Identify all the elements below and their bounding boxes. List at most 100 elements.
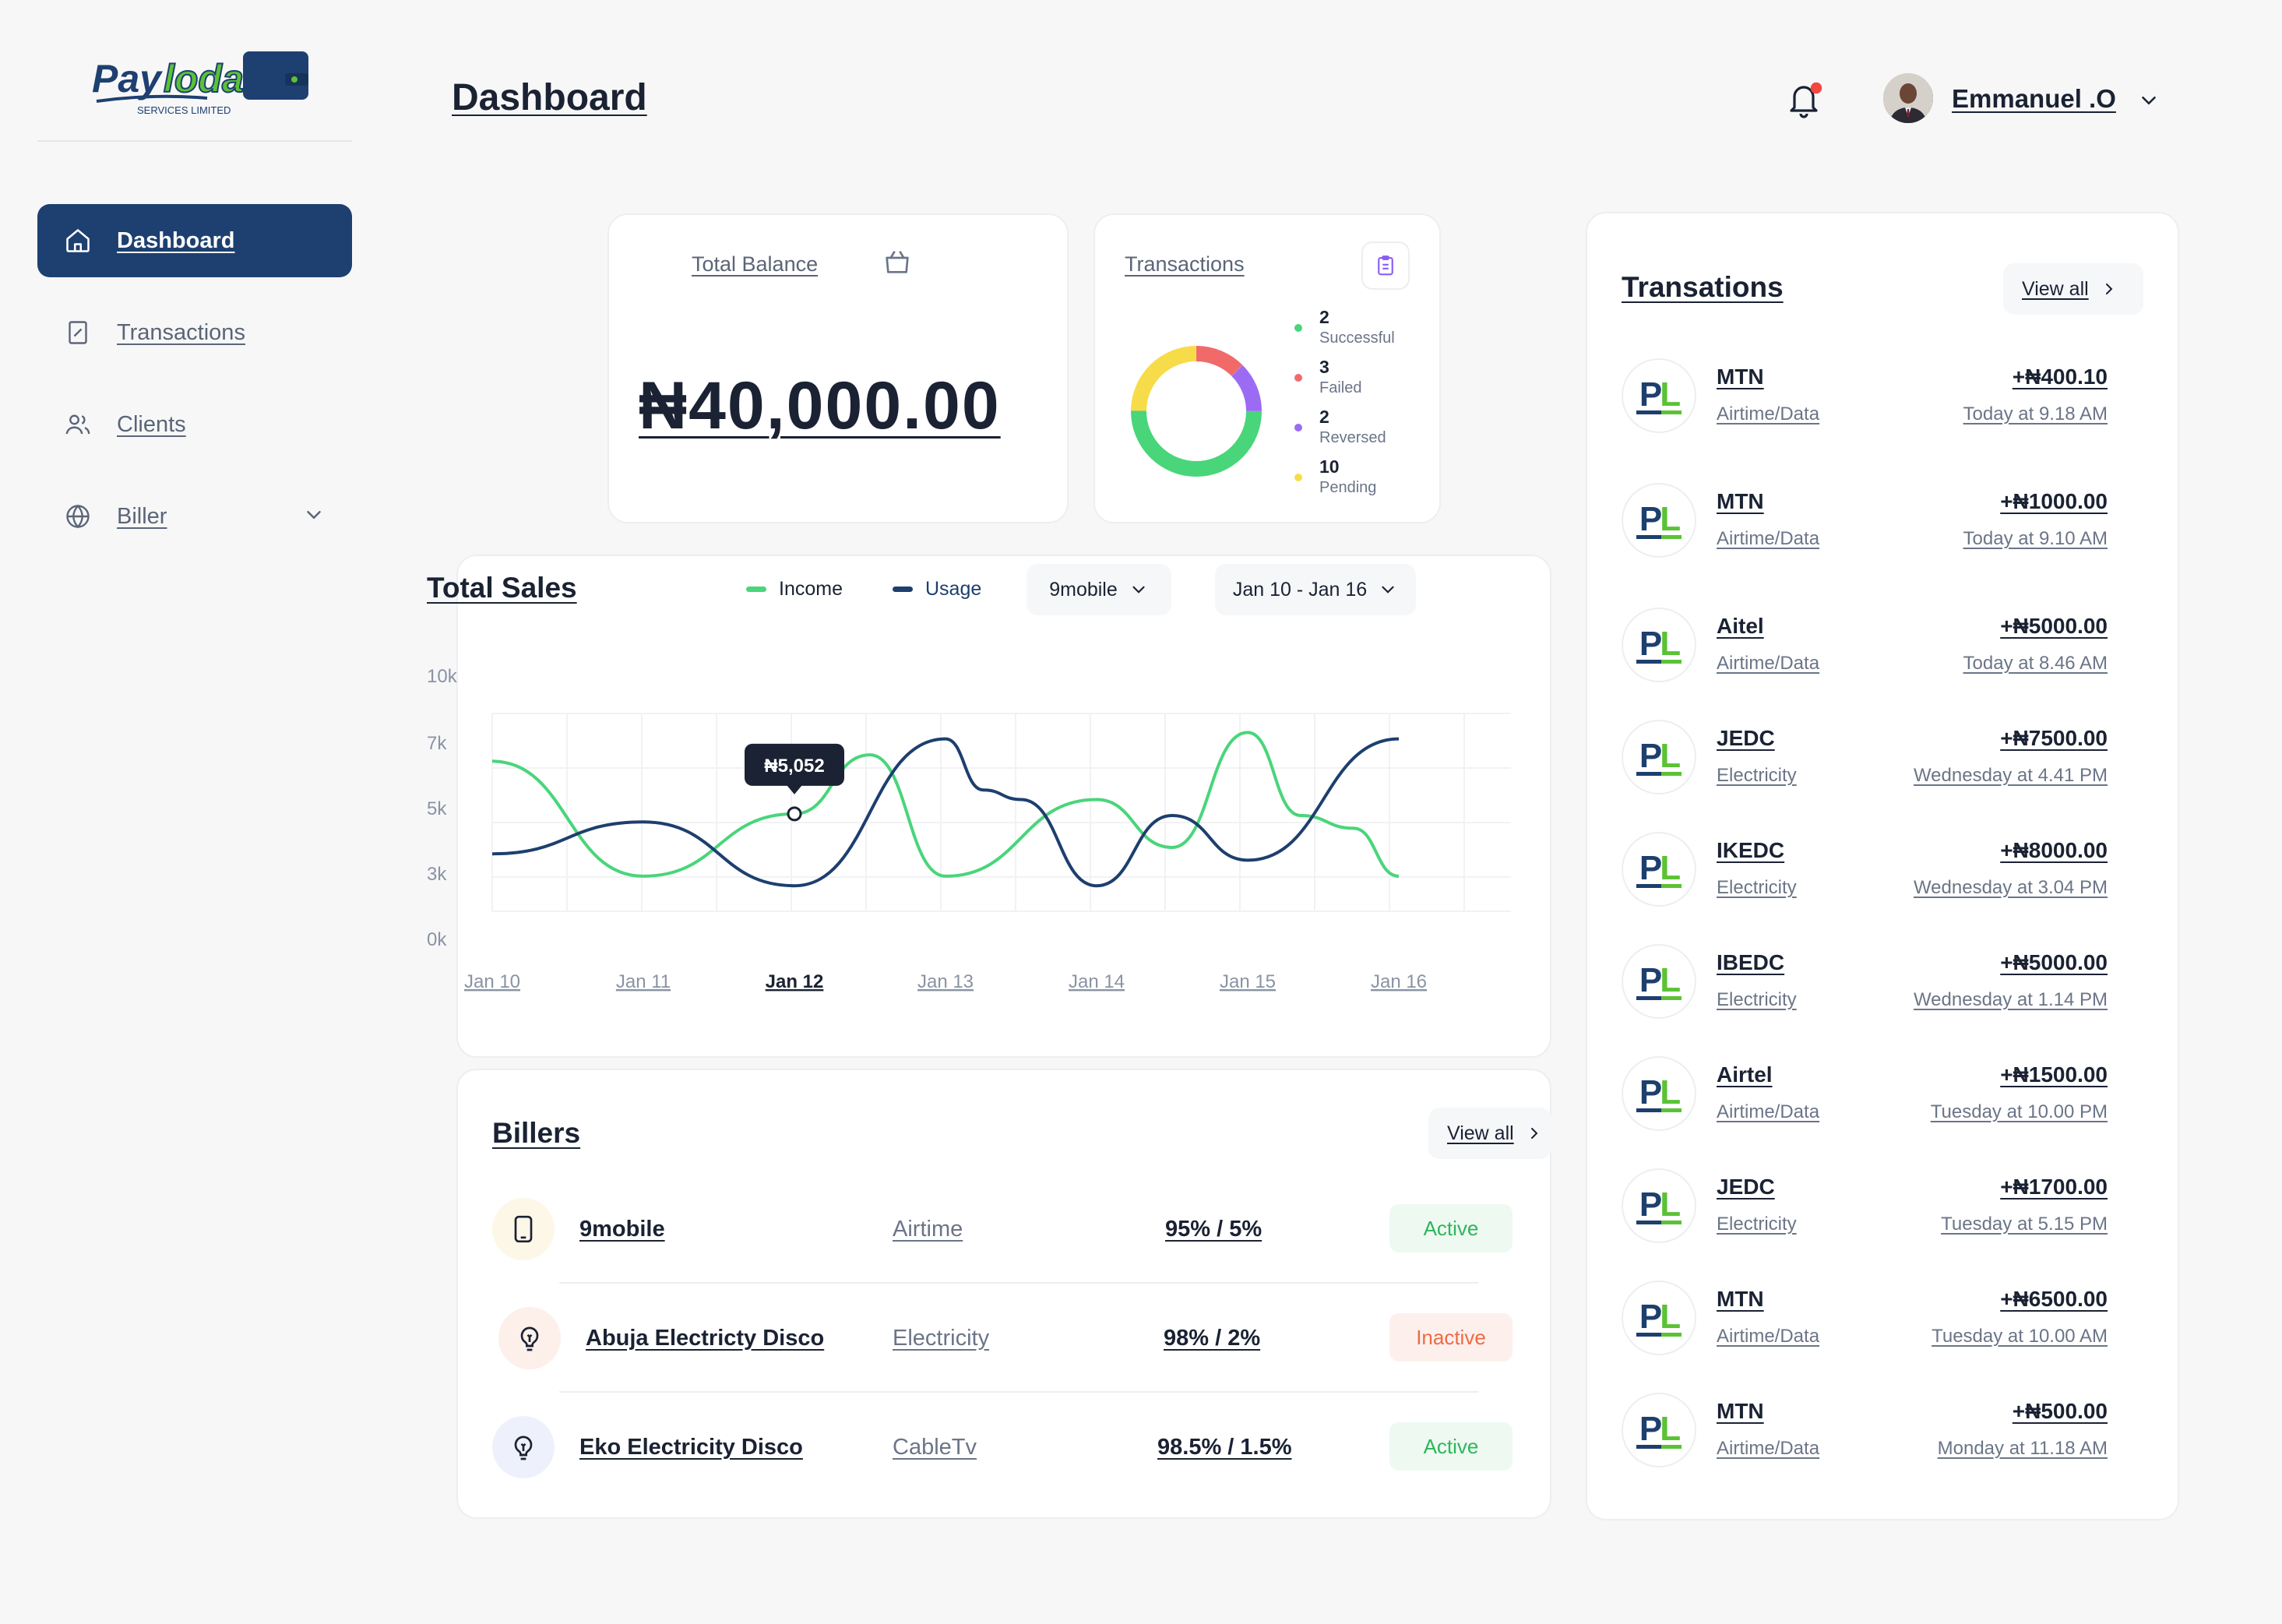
notification-bell-icon[interactable] <box>1784 78 1827 122</box>
home-icon <box>62 225 93 256</box>
status-badge: Active <box>1389 1204 1513 1252</box>
transaction-row[interactable]: PL MTN Airtime/Data +₦1000.00 Today at 9… <box>1622 483 2108 558</box>
transaction-row[interactable]: PL MTN Airtime/Data +₦500.00 Monday at 1… <box>1622 1393 2108 1467</box>
legend-label: Reversed <box>1319 429 1386 446</box>
provider-dropdown[interactable]: 9mobile <box>1027 564 1171 615</box>
payloda-logo[interactable]: Pay loda SERVICES LIMITED <box>90 47 312 118</box>
x-tick-label: Jan 10 <box>464 971 520 992</box>
transaction-row[interactable]: PL IKEDC Electricity +₦8000.00 Wednesday… <box>1622 832 2108 907</box>
sidebar-item-label: Clients <box>117 411 186 437</box>
legend-income-label: Income <box>779 578 843 600</box>
legend-dot <box>1294 324 1302 332</box>
transaction-category: Airtime/Data <box>1717 1326 1820 1347</box>
transaction-time: Today at 8.46 AM <box>1963 653 2108 674</box>
legend-income[interactable]: Income <box>746 578 843 601</box>
legend-reversed: 2 Reversed <box>1294 407 1386 449</box>
transaction-time: Today at 9.18 AM <box>1963 403 2108 424</box>
transaction-amount: +₦8000.00 <box>2000 838 2108 862</box>
payloda-pl-icon: PL <box>1622 1393 1696 1467</box>
transaction-amount: +₦5000.00 <box>2000 950 2108 974</box>
transactions-donut <box>1131 346 1262 477</box>
x-tick-label: Jan 13 <box>917 971 974 992</box>
x-tick-label: Jan 12 <box>766 971 824 992</box>
status-badge: Inactive <box>1389 1313 1513 1362</box>
sidebar-item-label: Dashboard <box>117 227 235 253</box>
transaction-category: Airtime/Data <box>1717 1438 1820 1459</box>
tooltip-value: ₦5,052 <box>764 756 824 777</box>
biller-type: Electricity <box>893 1326 990 1351</box>
y-tick-label: 3k <box>427 864 447 885</box>
biller-share: 98% / 2% <box>1164 1326 1261 1351</box>
transaction-name: Airtel <box>1717 1062 1773 1087</box>
billers-view-all-button[interactable]: View all <box>1428 1108 1551 1159</box>
payloda-pl-icon: PL <box>1622 720 1696 794</box>
payloda-pl-icon: PL <box>1622 608 1696 682</box>
transaction-name: IBEDC <box>1717 950 1785 974</box>
phone-icon <box>492 1198 555 1260</box>
transaction-row[interactable]: PL JEDC Electricity +₦7500.00 Wednesday … <box>1622 720 2108 794</box>
user-name[interactable]: Emmanuel .O <box>1952 84 2116 114</box>
transactions-summary-title: Transactions <box>1125 252 1245 276</box>
transaction-row[interactable]: PL Aitel Airtime/Data +₦5000.00 Today at… <box>1622 608 2108 682</box>
chart-point-highlight[interactable] <box>787 806 802 822</box>
payloda-pl-icon: PL <box>1622 1281 1696 1355</box>
transaction-category: Electricity <box>1717 989 1797 1010</box>
transaction-amount: +₦1500.00 <box>2000 1062 2108 1087</box>
billers-title: Billers <box>492 1117 581 1149</box>
sidebar-item-biller[interactable]: Biller <box>37 480 352 553</box>
chevron-down-icon[interactable] <box>2137 89 2161 116</box>
transaction-row[interactable]: PL Airtel Airtime/Data +₦1500.00 Tuesday… <box>1622 1056 2108 1131</box>
x-tick-label: Jan 15 <box>1220 971 1276 992</box>
legend-usage[interactable]: Usage <box>893 578 981 601</box>
transaction-time: Tuesday at 5.15 PM <box>1941 1214 2108 1235</box>
legend-pending: 10 Pending <box>1294 456 1376 498</box>
svg-text:Pay: Pay <box>92 57 163 100</box>
bulb-icon <box>492 1416 555 1478</box>
transaction-row[interactable]: PL MTN Airtime/Data +₦400.10 Today at 9.… <box>1622 358 2108 433</box>
transaction-amount: +₦1700.00 <box>2000 1175 2108 1199</box>
legend-count: 3 <box>1319 357 1329 377</box>
transaction-amount: +₦5000.00 <box>2000 614 2108 638</box>
biller-row[interactable]: 9mobile Airtime 95% / 5% Active <box>492 1195 1513 1266</box>
legend-label: Pending <box>1319 479 1377 496</box>
transaction-row[interactable]: PL JEDC Electricity +₦1700.00 Tuesday at… <box>1622 1168 2108 1243</box>
payloda-pl-icon: PL <box>1622 944 1696 1019</box>
transaction-name: MTN <box>1717 489 1764 513</box>
total-sales-title: Total Sales <box>427 572 577 604</box>
y-tick-label: 10k <box>427 666 458 687</box>
biller-row[interactable]: Eko Electricity Disco CableTv 98.5% / 1.… <box>492 1413 1513 1485</box>
svg-text:loda: loda <box>164 57 244 100</box>
date-range-dropdown[interactable]: Jan 10 - Jan 16 <box>1215 564 1416 615</box>
sidebar-item-clients[interactable]: Clients <box>37 388 352 461</box>
x-tick-label: Jan 11 <box>616 971 671 992</box>
sidebar-item-dashboard[interactable]: Dashboard <box>37 204 352 277</box>
sidebar-item-label: Biller <box>117 503 167 529</box>
bulb-icon <box>498 1307 561 1369</box>
transaction-name: MTN <box>1717 1399 1764 1423</box>
clipboard-icon[interactable] <box>1361 241 1410 290</box>
divider <box>559 1282 1478 1284</box>
payloda-pl-icon: PL <box>1622 483 1696 558</box>
transaction-time: Tuesday at 10.00 PM <box>1930 1101 2108 1122</box>
tooltip-pointer <box>787 784 802 794</box>
transaction-amount: +₦6500.00 <box>2000 1287 2108 1311</box>
payloda-pl-icon: PL <box>1622 358 1696 433</box>
total-balance-title: Total Balance <box>692 252 819 276</box>
transaction-category: Airtime/Data <box>1717 1101 1820 1122</box>
provider-dropdown-value: 9mobile <box>1049 578 1118 601</box>
total-sales-chart: 10k 7k 5k 3k 0k Jan 10 Jan 11 Jan 12 Jan 13 Jan 1… <box>427 666 1511 992</box>
transactions-view-all-button[interactable]: View all <box>2003 263 2143 315</box>
user-avatar[interactable] <box>1883 73 1933 123</box>
transaction-row[interactable]: PL MTN Airtime/Data +₦6500.00 Tuesday at… <box>1622 1281 2108 1355</box>
biller-share: 98.5% / 1.5% <box>1157 1435 1292 1460</box>
chevron-down-icon <box>1132 586 1145 594</box>
legend-count: 2 <box>1319 407 1329 427</box>
chevron-down-icon[interactable] <box>302 503 326 533</box>
transaction-row[interactable]: PL IBEDC Electricity +₦5000.00 Wednesday… <box>1622 944 2108 1019</box>
transaction-name: MTN <box>1717 365 1764 389</box>
biller-row[interactable]: Abuja Electricty Disco Electricity 98% /… <box>492 1304 1513 1376</box>
biller-type: CableTv <box>893 1435 977 1460</box>
x-tick-label: Jan 16 <box>1371 971 1427 992</box>
view-all-label: View all <box>1447 1122 1514 1144</box>
sidebar-item-transactions[interactable]: Transactions <box>37 296 352 369</box>
